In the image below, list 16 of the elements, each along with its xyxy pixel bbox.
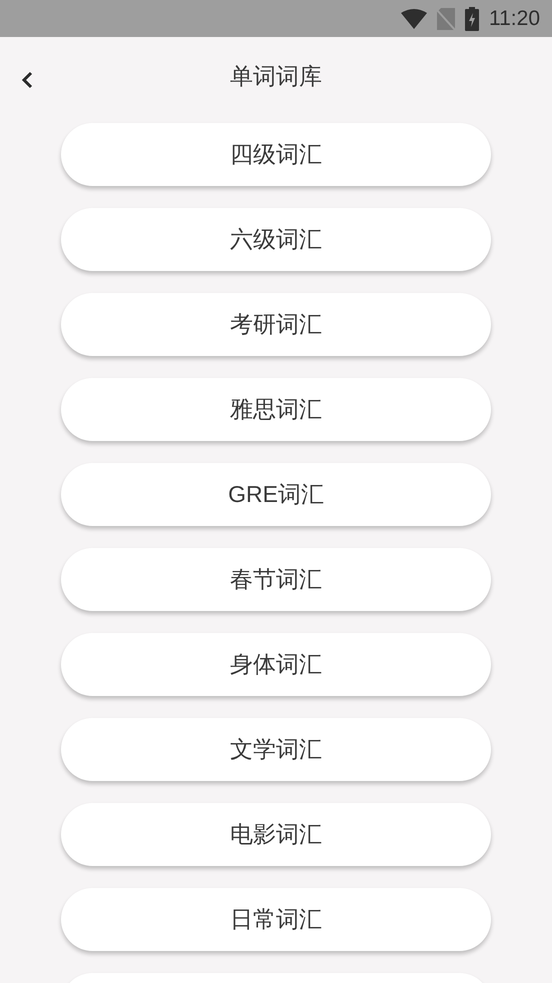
page-title: 单词词库 — [230, 62, 322, 91]
word-bank-button[interactable]: 四级词汇 — [61, 123, 491, 186]
battery-icon — [465, 6, 479, 30]
word-bank-button[interactable]: 雅思词汇 — [61, 378, 491, 441]
status-time: 11:20 — [489, 6, 540, 32]
word-bank-button[interactable]: 日常词汇 — [61, 888, 491, 951]
word-bank-button[interactable]: 春节词汇 — [61, 548, 491, 611]
word-bank-button[interactable]: 文学词汇 — [61, 718, 491, 781]
word-bank-button[interactable]: GRE词汇 — [61, 463, 491, 526]
word-bank-button[interactable]: 六级词汇 — [61, 208, 491, 271]
no-sim-icon — [437, 8, 455, 30]
wifi-icon — [401, 8, 427, 28]
word-bank-button[interactable]: 考研词汇 — [61, 293, 491, 356]
word-bank-button[interactable]: 身体词汇 — [61, 633, 491, 696]
word-bank-button[interactable]: 电影词汇 — [61, 803, 491, 866]
back-icon — [21, 71, 33, 89]
